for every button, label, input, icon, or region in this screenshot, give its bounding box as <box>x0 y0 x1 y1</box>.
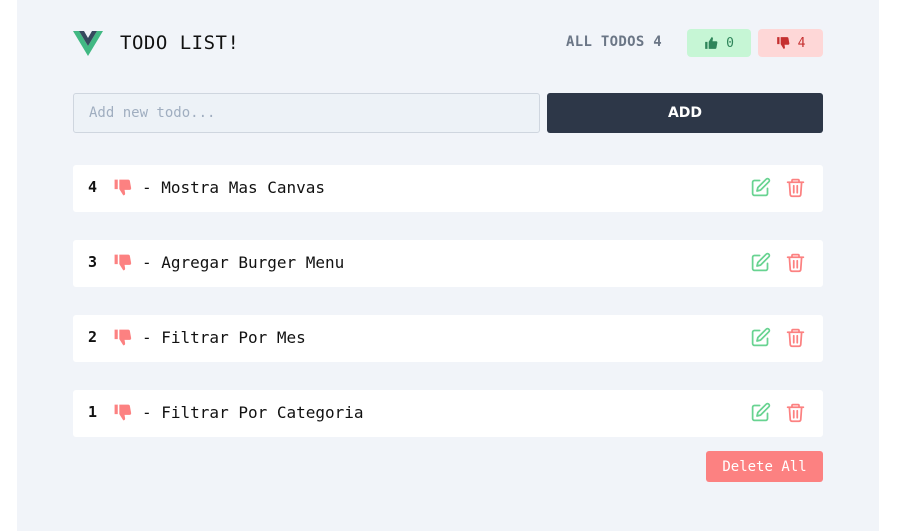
thumbs-down-icon <box>776 37 789 49</box>
page-title: TODO LIST! <box>120 32 240 54</box>
todo-text: - Filtrar Por Mes <box>142 328 306 347</box>
vue-logo-icon <box>73 31 103 56</box>
trash-icon[interactable] <box>785 177 806 198</box>
thumbs-down-icon[interactable] <box>113 403 132 422</box>
thumbs-down-count: 4 <box>797 35 806 51</box>
edit-icon[interactable] <box>750 177 771 198</box>
todo-item: 4 - Mostra Mas Canvas <box>73 165 823 212</box>
todo-number: 2 <box>88 328 98 346</box>
header: TODO LIST! ALL TODOS 4 0 4 <box>73 28 823 58</box>
todo-number: 1 <box>88 403 98 421</box>
delete-all-button[interactable]: Delete All <box>706 451 823 482</box>
trash-icon[interactable] <box>785 252 806 273</box>
thumbs-down-icon[interactable] <box>113 253 132 272</box>
todo-item: 3 - Agregar Burger Menu <box>73 240 823 287</box>
thumbs-up-count: 0 <box>726 35 734 51</box>
thumbs-down-icon[interactable] <box>113 178 132 197</box>
trash-icon[interactable] <box>785 327 806 348</box>
todo-text: - Filtrar Por Categoria <box>142 403 364 422</box>
todo-number: 3 <box>88 253 98 271</box>
thumbs-up-icon <box>705 37 718 49</box>
todo-number: 4 <box>88 178 98 196</box>
todo-item: 2 - Filtrar Por Mes <box>73 315 823 362</box>
todo-text: - Mostra Mas Canvas <box>142 178 326 197</box>
todo-item: 1 - Filtrar Por Categoria <box>73 390 823 437</box>
edit-icon[interactable] <box>750 327 771 348</box>
add-button[interactable]: ADD <box>547 93 823 133</box>
trash-icon[interactable] <box>785 402 806 423</box>
edit-icon[interactable] <box>750 252 771 273</box>
thumbs-down-filter-badge[interactable]: 4 <box>758 29 823 57</box>
todo-text: - Agregar Burger Menu <box>142 253 345 272</box>
thumbs-up-filter-badge[interactable]: 0 <box>687 29 751 57</box>
thumbs-down-icon[interactable] <box>113 328 132 347</box>
edit-icon[interactable] <box>750 402 771 423</box>
all-todos-count: ALL TODOS 4 <box>566 34 663 50</box>
new-todo-input[interactable] <box>73 93 540 133</box>
